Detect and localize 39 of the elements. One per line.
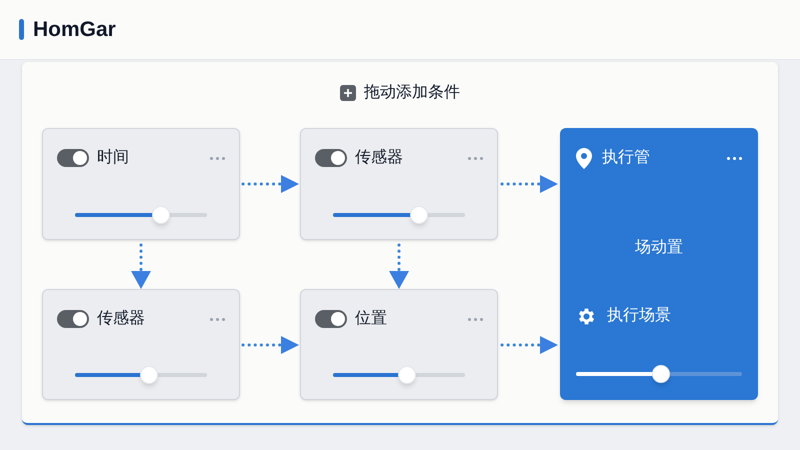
dotted-arrow (500, 334, 558, 354)
condition-label: 位置 (355, 309, 388, 329)
slider-thumb[interactable] (398, 366, 416, 384)
slider[interactable] (333, 207, 465, 223)
slider[interactable] (333, 367, 465, 383)
slider[interactable] (576, 366, 742, 382)
toggle-switch[interactable] (315, 149, 347, 167)
condition-card[interactable]: 位置 (300, 289, 498, 400)
location-pin-icon (576, 148, 592, 168)
dotted-arrow (241, 174, 299, 194)
slider-thumb[interactable] (652, 365, 670, 383)
app-title: HomGar (33, 16, 116, 43)
dotted-arrow (131, 243, 151, 289)
action-description: 场动置 (635, 238, 683, 258)
toggle-switch[interactable] (57, 310, 89, 328)
accent-bar (19, 19, 24, 40)
condition-card[interactable]: 时间 (42, 128, 240, 240)
action-card[interactable]: 执行管 场动置 执行场景 (560, 128, 758, 400)
scene-label: 执行场景 (607, 306, 671, 326)
add-icon[interactable] (340, 85, 356, 101)
toggle-switch[interactable] (315, 310, 347, 328)
gear-icon (576, 306, 597, 326)
dotted-arrow (500, 174, 558, 194)
slider-thumb[interactable] (140, 366, 158, 384)
slider[interactable] (75, 207, 207, 223)
condition-label: 传感器 (97, 308, 146, 329)
slider-thumb[interactable] (410, 206, 428, 224)
condition-card[interactable]: 传感器 (42, 289, 240, 400)
add-condition-label: 拖动添加条件 (364, 82, 460, 103)
condition-label: 传感器 (355, 148, 404, 168)
more-icon[interactable] (727, 156, 742, 160)
dotted-arrow (241, 334, 299, 354)
condition-card[interactable]: 传感器 (300, 128, 498, 240)
dotted-arrow (389, 243, 409, 289)
toggle-switch[interactable] (57, 149, 89, 167)
slider[interactable] (75, 367, 207, 383)
condition-label: 时间 (97, 148, 130, 168)
action-title: 执行管 (602, 148, 651, 168)
slider-thumb[interactable] (152, 206, 170, 224)
